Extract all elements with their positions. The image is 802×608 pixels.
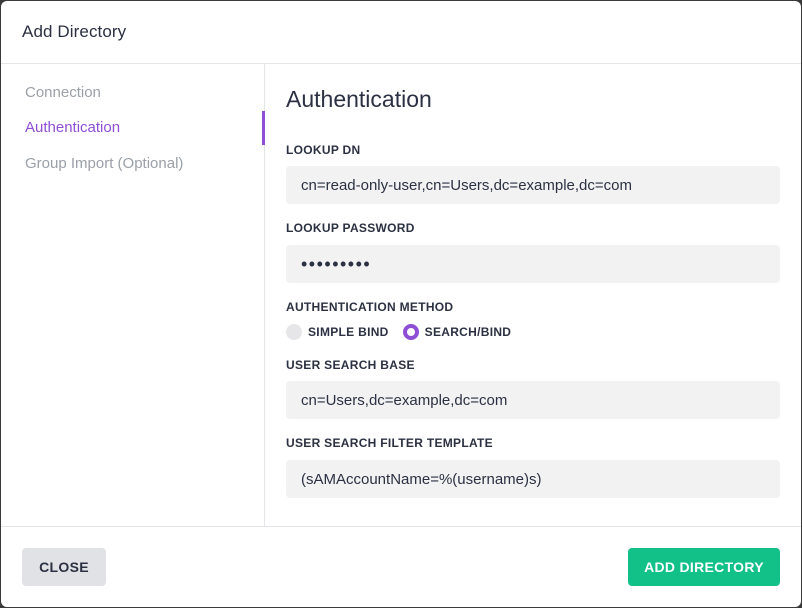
auth-method-radio-group: SIMPLE BIND SEARCH/BIND xyxy=(286,323,525,341)
lookup-password-field[interactable]: ••••••••• xyxy=(286,245,780,283)
lookup-password-label: LOOKUP PASSWORD xyxy=(286,221,415,235)
radio-simple-bind[interactable]: SIMPLE BIND xyxy=(286,324,389,340)
dialog-footer: CLOSE ADD DIRECTORY xyxy=(1,526,801,607)
user-search-base-value: cn=Users,dc=example,dc=com xyxy=(301,391,508,409)
sidebar-nav: Connection Authentication Group Import (… xyxy=(1,64,265,526)
user-search-filter-value: (sAMAccountName=%(username)s) xyxy=(301,470,542,488)
sidebar-item-connection[interactable]: Connection xyxy=(25,84,101,101)
user-search-base-field[interactable]: cn=Users,dc=example,dc=com xyxy=(286,381,780,419)
sidebar-item-authentication[interactable]: Authentication xyxy=(25,119,120,136)
radio-checked-icon xyxy=(402,324,419,340)
lookup-dn-field[interactable]: cn=read-only-user,cn=Users,dc=example,dc… xyxy=(286,166,780,204)
section-title: Authentication xyxy=(286,86,432,112)
add-directory-button[interactable]: ADD DIRECTORY xyxy=(628,548,780,586)
dialog-title: Add Directory xyxy=(22,22,127,41)
dialog-header: Add Directory xyxy=(1,1,801,64)
user-search-filter-field[interactable]: (sAMAccountName=%(username)s) xyxy=(286,460,780,498)
radio-search-bind-label: SEARCH/BIND xyxy=(424,325,512,339)
sidebar-active-indicator xyxy=(262,111,265,145)
radio-unchecked-icon xyxy=(286,324,302,340)
lookup-dn-value: cn=read-only-user,cn=Users,dc=example,dc… xyxy=(301,176,632,194)
auth-method-label: AUTHENTICATION METHOD xyxy=(286,300,454,314)
sidebar-item-group-import[interactable]: Group Import (Optional) xyxy=(25,155,183,172)
radio-search-bind[interactable]: SEARCH/BIND xyxy=(402,324,512,340)
lookup-password-value: ••••••••• xyxy=(301,254,372,274)
lookup-dn-label: LOOKUP DN xyxy=(286,143,361,157)
user-search-base-label: USER SEARCH BASE xyxy=(286,358,415,372)
radio-simple-bind-label: SIMPLE BIND xyxy=(308,325,389,339)
close-button[interactable]: CLOSE xyxy=(22,548,106,586)
authentication-form: Authentication LOOKUP DN cn=read-only-us… xyxy=(286,64,786,526)
add-directory-dialog: Add Directory Connection Authentication … xyxy=(1,1,801,607)
user-search-filter-label: USER SEARCH FILTER TEMPLATE xyxy=(286,436,493,450)
